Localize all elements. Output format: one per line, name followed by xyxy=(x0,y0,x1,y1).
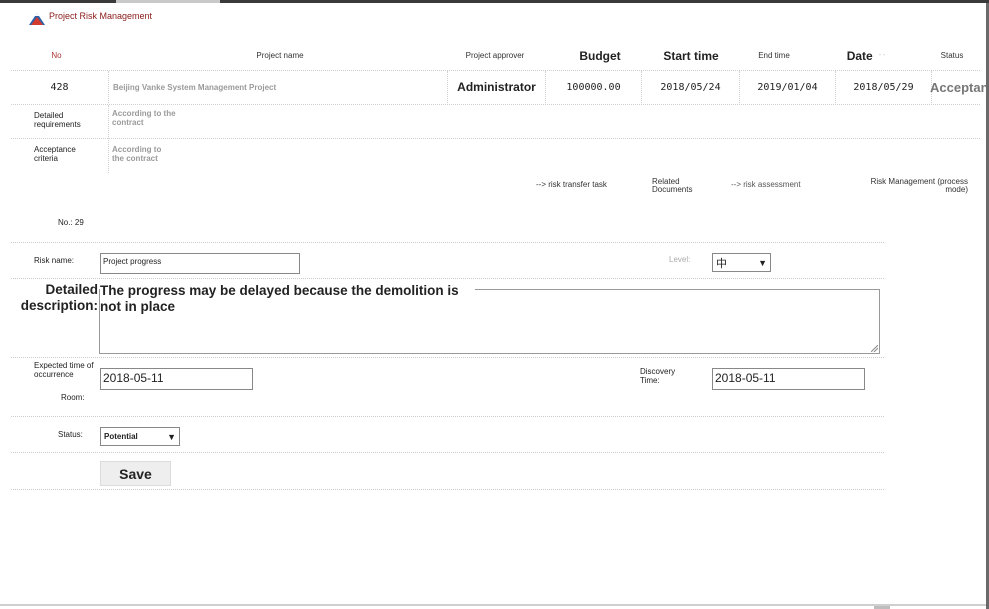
row-divider xyxy=(11,104,980,105)
discovery-time-label: Discovery Time: xyxy=(640,367,676,385)
detailed-requirements-label: Detailed requirements xyxy=(34,111,81,129)
risk-transfer-task-link[interactable]: --> risk transfer task xyxy=(536,180,607,189)
row-status: Acceptan xyxy=(930,79,986,95)
expected-time-input[interactable]: 2018-05-11 xyxy=(100,368,253,390)
detailed-description-text: The progress may be delayed because the … xyxy=(100,283,475,315)
row-end-time: 2019/01/04 xyxy=(740,71,836,103)
detailed-description-label: Detailed description: xyxy=(20,282,98,313)
form-divider-4 xyxy=(11,416,884,417)
col-header-date-label: Date xyxy=(846,48,873,63)
row-project-name[interactable]: Beijing Vanke System Management Project xyxy=(109,71,448,103)
row-start-time: 2018/05/24 xyxy=(642,71,740,103)
row-no: 428 xyxy=(11,71,109,103)
room-label: Room: xyxy=(61,393,85,402)
dropdown-caret-icon: ▼ xyxy=(758,257,767,268)
risk-name-input[interactable]: Project progress xyxy=(100,253,300,274)
risk-name-label: Risk name: xyxy=(34,256,75,265)
col-header-project-name: Project name xyxy=(256,50,304,60)
form-divider-5 xyxy=(11,452,884,453)
col-header-project-approver: Project approver xyxy=(465,50,525,60)
risk-assessment-link[interactable]: --> risk assessment xyxy=(731,180,801,189)
requirements-divider xyxy=(11,138,980,139)
col-header-budget: Budget xyxy=(579,48,621,63)
status-label: Status: xyxy=(58,430,83,439)
form-divider-2 xyxy=(11,278,884,279)
col-header-no: No xyxy=(51,50,62,60)
level-selected-value: 中 xyxy=(716,257,727,270)
row-date: 2018/05/29 xyxy=(836,71,932,103)
col-header-date: Date - - xyxy=(838,43,894,69)
level-label: Level: xyxy=(669,255,691,264)
resize-handle-icon[interactable] xyxy=(871,345,878,352)
col-header-end-time: End time xyxy=(758,50,790,60)
top-tab-indicator xyxy=(116,0,220,3)
form-divider-1 xyxy=(11,242,884,243)
discovery-time-input[interactable]: 2018-05-11 xyxy=(712,368,865,390)
acceptance-criteria-value: According to the contract xyxy=(112,145,162,163)
acceptance-criteria-label: Acceptance criteria xyxy=(34,145,76,163)
save-button[interactable]: Save xyxy=(100,461,171,486)
expected-time-label: Expected time of occurrence xyxy=(34,361,94,379)
app-title: Project Risk Management xyxy=(49,11,153,21)
dropdown-caret-icon: ▼ xyxy=(167,431,176,442)
row-approver: Administrator xyxy=(448,71,546,103)
related-documents-link[interactable]: Related Documents xyxy=(652,177,704,195)
window-top-bar xyxy=(0,0,989,3)
mountain-logo-icon xyxy=(29,13,45,25)
status-selected-value: Potential xyxy=(104,432,138,441)
col-header-start-time: Start time xyxy=(663,48,719,63)
detailed-description-textarea[interactable]: The progress may be delayed because the … xyxy=(99,283,880,354)
risk-number-label: No.: 29 xyxy=(58,218,84,227)
label-column-divider xyxy=(108,105,109,173)
window-bottom-edge xyxy=(0,604,986,606)
form-divider-3 xyxy=(11,357,884,358)
row-budget: 100000.00 xyxy=(546,71,642,103)
level-select[interactable]: 中 ▼ xyxy=(712,253,771,272)
col-header-date-sort[interactable]: - - xyxy=(879,52,886,59)
status-select[interactable]: Potential ▼ xyxy=(100,427,180,446)
detailed-requirements-value: According to the contract xyxy=(112,109,176,127)
form-divider-6 xyxy=(11,489,884,490)
risk-management-link[interactable]: Risk Management (process mode) xyxy=(850,177,968,195)
col-header-status: Status xyxy=(940,50,964,60)
